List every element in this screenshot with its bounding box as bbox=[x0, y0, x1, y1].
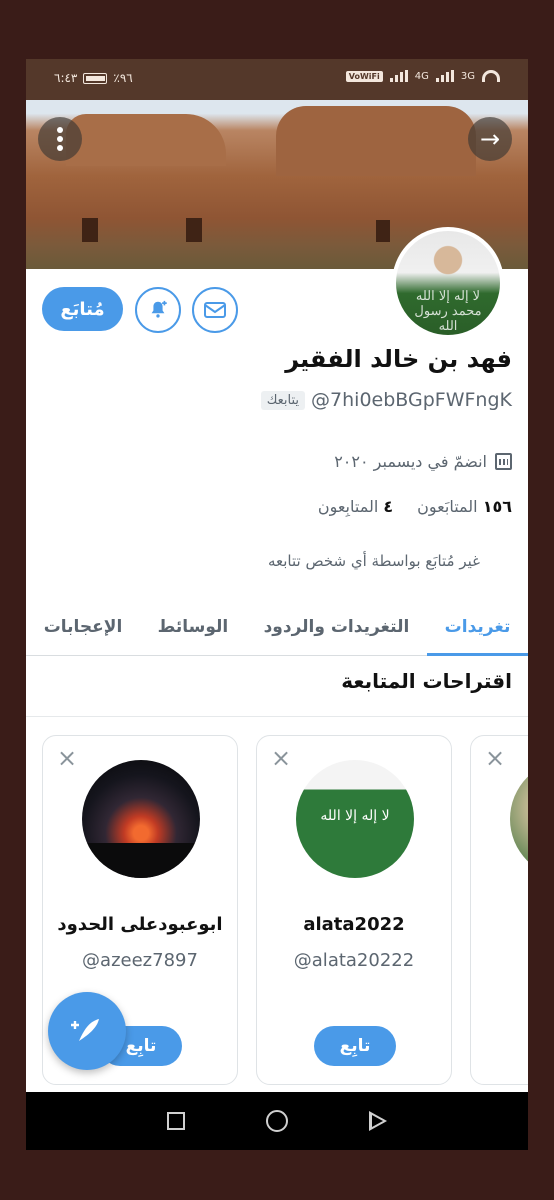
tab-likes[interactable]: الإعجابات bbox=[26, 599, 140, 655]
banner-tomb-door bbox=[82, 218, 98, 242]
suggestion-handle: @alata20222 bbox=[293, 950, 415, 971]
avatar-flag-text: لا إله إلا الله محمد رسول الله bbox=[414, 289, 482, 334]
suggestion-avatar[interactable] bbox=[296, 760, 414, 878]
compose-feather-plus-icon[interactable] bbox=[48, 992, 126, 1070]
status-right: VoWiFi 4G 3G bbox=[345, 70, 500, 82]
app-frame: ٦:٤٣ ٪٩٦ VoWiFi 4G 3G → لا إله إلا الله … bbox=[26, 59, 528, 1150]
mail-icon[interactable] bbox=[192, 287, 238, 333]
section-divider bbox=[26, 716, 528, 717]
close-icon[interactable]: × bbox=[485, 744, 505, 772]
bell-plus-icon[interactable] bbox=[135, 287, 181, 333]
follows-you-badge: يتابعك bbox=[260, 390, 306, 410]
banner-rock bbox=[276, 106, 476, 176]
wifi-icon bbox=[482, 70, 500, 82]
banner-rock bbox=[66, 114, 226, 166]
status-left: ٦:٤٣ ٪٩٦ bbox=[54, 71, 133, 85]
suggestion-card[interactable]: × alata2022 @alata20222 تابِع bbox=[256, 735, 452, 1085]
android-nav-bar bbox=[26, 1092, 528, 1150]
following-stat[interactable]: ٤ المتابِعون bbox=[318, 497, 393, 516]
following-count: ٤ bbox=[383, 497, 394, 516]
close-icon[interactable]: × bbox=[271, 744, 291, 772]
network-3g: 3G bbox=[460, 70, 475, 82]
suggestion-card-partial[interactable]: × bbox=[470, 735, 528, 1085]
status-time: ٦:٤٣ bbox=[54, 71, 78, 85]
status-bar: ٦:٤٣ ٪٩٦ VoWiFi 4G 3G bbox=[26, 59, 528, 100]
back-triangle-icon[interactable] bbox=[369, 1111, 388, 1131]
calendar-icon bbox=[495, 453, 512, 470]
followers-stat[interactable]: ١٥٦ المتابَعون bbox=[417, 497, 512, 516]
battery-percent: ٪٩٦ bbox=[113, 71, 133, 85]
suggestion-handle: @azeez7897 bbox=[82, 950, 198, 971]
more-vertical-icon[interactable] bbox=[38, 117, 82, 161]
suggestion-name: ابوعبودعلى الحدود bbox=[57, 914, 223, 935]
network-4g: 4G bbox=[414, 70, 429, 82]
not-followed-text: غير مُتابَع بواسطة أي شخص تتابعه bbox=[267, 552, 480, 570]
close-icon[interactable]: × bbox=[57, 744, 77, 772]
handle-row: يتابعك @7hi0ebBGpFWFngK bbox=[260, 389, 512, 411]
suggestion-avatar[interactable] bbox=[510, 760, 528, 878]
suggestion-name: alata2022 bbox=[303, 914, 405, 935]
profile-tabs: تغريدات التغريدات والردود الوسائط الإعجا… bbox=[26, 599, 528, 656]
followers-label: المتابَعون bbox=[417, 497, 478, 516]
follow-stats: ١٥٦ المتابَعون ٤ المتابِعون bbox=[318, 497, 512, 516]
recent-square-icon[interactable] bbox=[166, 1112, 185, 1130]
profile-name: فهد بن خالد الفقير bbox=[285, 345, 512, 373]
profile-avatar[interactable]: لا إله إلا الله محمد رسول الله bbox=[392, 227, 504, 339]
tab-tweets-replies[interactable]: التغريدات والردود bbox=[246, 599, 427, 655]
battery-icon bbox=[83, 72, 108, 84]
following-label: المتابِعون bbox=[317, 497, 379, 516]
signal-icon bbox=[389, 70, 408, 82]
arrow-right-icon[interactable]: → bbox=[468, 117, 512, 161]
followers-count: ١٥٦ bbox=[482, 497, 512, 516]
tab-media[interactable]: الوسائط bbox=[140, 599, 246, 655]
signal-icon-2 bbox=[435, 70, 454, 82]
follow-button[interactable]: تابِع bbox=[314, 1026, 396, 1066]
suggestion-avatar[interactable] bbox=[82, 760, 200, 878]
banner-tomb-door bbox=[376, 220, 390, 242]
volte-badge: VoWiFi bbox=[345, 70, 383, 82]
following-button[interactable]: مُتابَع bbox=[42, 287, 123, 331]
joined-date: انضمّ في ديسمبر ٢٠٢٠ bbox=[334, 452, 512, 471]
tab-tweets[interactable]: تغريدات bbox=[426, 599, 528, 656]
who-to-follow-title: اقتراحات المتابعة bbox=[341, 669, 512, 693]
joined-text: انضمّ في ديسمبر ٢٠٢٠ bbox=[334, 452, 487, 471]
home-circle-icon[interactable] bbox=[265, 1110, 288, 1132]
profile-handle: @7hi0ebBGpFWFngK bbox=[311, 389, 512, 411]
banner-tomb-door bbox=[186, 218, 202, 242]
